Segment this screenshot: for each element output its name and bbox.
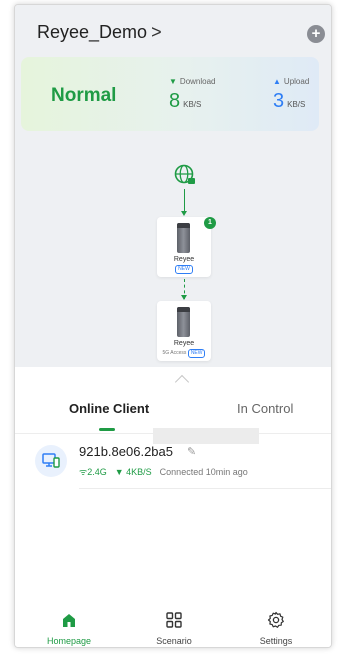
router-image [177, 223, 190, 253]
internet-globe-icon[interactable] [173, 163, 197, 187]
upload-value: 3 [273, 90, 285, 112]
network-selector[interactable]: Reyee_Demo > [37, 22, 162, 43]
nav-homepage[interactable]: Homepage [29, 605, 109, 647]
router-badge: 1 [204, 217, 216, 229]
computer-icon [35, 445, 67, 477]
access-point-image [177, 307, 190, 337]
link-line [184, 189, 185, 213]
divider [79, 488, 331, 489]
new-tag: NEW [187, 349, 206, 358]
client-list-item[interactable]: 921b.8e06.2ba5 ✎ ᯤ2.4G ▼ 4KB/S Connected 1… [35, 428, 331, 491]
nav-settings[interactable]: Settings [236, 605, 316, 647]
chevron-right-icon: > [151, 22, 162, 42]
nav-homepage-label: Homepage [46, 636, 92, 646]
grid-icon [166, 612, 182, 628]
network-name: Reyee_Demo [37, 22, 148, 42]
access-point-device[interactable]: Reyee 5G Access NEW [157, 301, 211, 361]
wifi-icon: ᯤ [79, 467, 88, 477]
upload-unit: KB/S [287, 100, 306, 109]
header: Reyee_Demo > + [37, 19, 329, 49]
upload-label: Upload [283, 77, 310, 86]
nav-scenario[interactable]: Scenario [134, 605, 214, 647]
download-arrow-icon: ▼ [114, 467, 127, 477]
nav-settings-label: Settings [259, 636, 293, 646]
link-arrow-icon [181, 211, 187, 216]
client-tabs: Online Client In Control [15, 401, 331, 431]
bottom-nav: Homepage Scenario Settings [15, 605, 331, 647]
router-device[interactable]: Reyee NEW [157, 217, 211, 277]
access-point-sublabel: 5G Access [162, 350, 187, 356]
add-button[interactable]: + [307, 25, 325, 43]
link-arrow-icon [181, 295, 187, 300]
router-name: Reyee [173, 256, 195, 263]
app-screen: Reyee_Demo > + Normal ▼ Download 8 KB/S ▲ Up… [14, 4, 332, 648]
nav-scenario-label: Scenario [156, 636, 192, 646]
download-arrow-icon: ▼ [169, 77, 177, 86]
tab-in-control[interactable]: In Control [237, 401, 293, 416]
home-icon [63, 614, 75, 627]
edit-icon[interactable]: ✎ [187, 445, 196, 458]
download-label: Download [179, 77, 216, 86]
network-state: Normal [51, 85, 117, 106]
redacted-area [153, 428, 259, 444]
client-status: Connected 10min ago [159, 467, 248, 477]
new-tag: NEW [175, 265, 193, 274]
client-name: 921b.8e06.2ba5 [79, 444, 173, 459]
active-tab-indicator [99, 428, 115, 431]
download-rate: ▼ Download 8 KB/S [169, 77, 249, 113]
upload-rate: ▲ Upload 3 KB/S [273, 77, 331, 113]
network-status-card[interactable]: Normal ▼ Download 8 KB/S ▲ Upload 3 KB/S [21, 57, 319, 131]
client-band: 2.4G [87, 467, 107, 477]
upload-arrow-icon: ▲ [273, 77, 281, 86]
client-meta: ᯤ2.4G ▼ 4KB/S Connected 10min ago [79, 465, 248, 478]
client-speed: 4KB/S [126, 467, 152, 477]
download-value: 8 [169, 90, 181, 112]
access-point-name: Reyee [173, 340, 195, 347]
gear-icon [267, 611, 284, 628]
download-unit: KB/S [183, 100, 202, 109]
tab-online-client[interactable]: Online Client [69, 401, 149, 416]
